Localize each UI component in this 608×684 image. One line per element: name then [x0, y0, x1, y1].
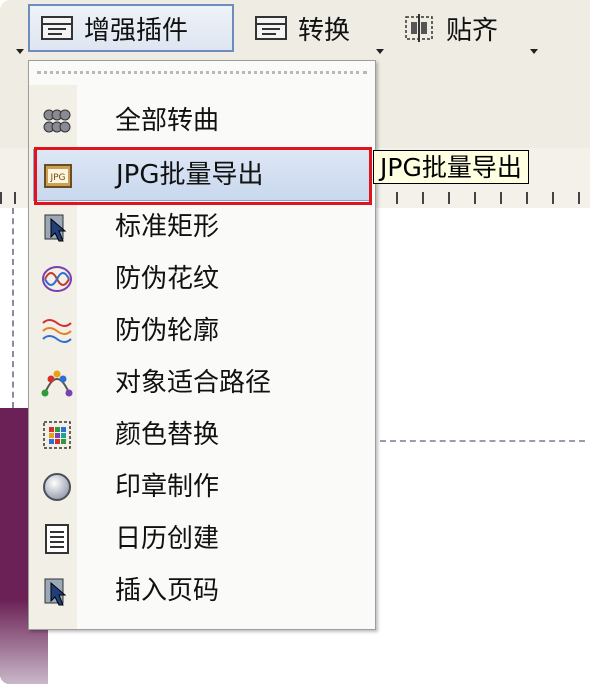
- chevron-down-icon: [376, 49, 384, 54]
- stamp-icon: [41, 471, 73, 503]
- outline-wave-icon: [41, 315, 73, 347]
- menu-item-label: 日历创建: [115, 524, 220, 554]
- menu-item-label: 颜色替换: [115, 420, 220, 450]
- menu-item-label: 对象适合路径: [115, 368, 272, 398]
- pattern-icon: [41, 263, 73, 295]
- page-number-icon: [41, 575, 73, 607]
- app-window: 增强插件 转换 贴齐 全部转曲 JPG JPG批量导出 标准矩形 防伪花纹 防伪…: [0, 0, 608, 684]
- plugin-menu-button[interactable]: 增强插件: [28, 4, 234, 52]
- curves-icon: [41, 105, 73, 137]
- menu-item-insert-page-number[interactable]: 插入页码: [33, 565, 371, 617]
- menu-item-label: 全部转曲: [115, 106, 220, 136]
- ruler-ticks: [0, 192, 30, 204]
- convert-icon: [254, 14, 288, 42]
- menu-item-security-pattern[interactable]: 防伪花纹: [33, 253, 371, 305]
- chevron-down-icon: [16, 49, 24, 54]
- menu-item-label: 防伪轮廓: [115, 316, 220, 346]
- menu-item-fit-object-to-path[interactable]: 对象适合路径: [33, 357, 371, 409]
- plugin-menu-label: 增强插件: [84, 15, 189, 46]
- snap-menu-button[interactable]: 贴齐: [392, 4, 532, 52]
- convert-menu-label: 转换: [298, 15, 351, 46]
- highlight-annotation: [34, 147, 372, 205]
- tooltip: JPG批量导出: [373, 150, 529, 184]
- convert-menu-button[interactable]: 转换: [244, 4, 374, 52]
- rectangle-icon: [41, 211, 73, 243]
- page-border: [12, 208, 14, 408]
- ruler-ticks: [370, 192, 586, 204]
- menu-item-stamp-maker[interactable]: 印章制作: [33, 461, 371, 513]
- chevron-down-icon: [530, 49, 538, 54]
- menu-item-label: 印章制作: [115, 472, 220, 502]
- menu-item-calendar-create[interactable]: 日历创建: [33, 513, 371, 565]
- menu-item-label: 插入页码: [115, 576, 220, 606]
- color-replace-icon: [41, 419, 73, 451]
- menu-item-label: 标准矩形: [115, 212, 220, 242]
- snap-menu-label: 贴齐: [446, 15, 499, 46]
- menu-item-color-replace[interactable]: 颜色替换: [33, 409, 371, 461]
- path-fit-icon: [41, 367, 73, 399]
- calendar-icon: [41, 523, 73, 555]
- menu-item-convert-all-curves[interactable]: 全部转曲: [33, 95, 371, 147]
- menu-item-label: 防伪花纹: [115, 264, 220, 294]
- menu-item-security-outline[interactable]: 防伪轮廓: [33, 305, 371, 357]
- menu-item-standard-rectangle[interactable]: 标准矩形: [33, 201, 371, 253]
- menu-tear-off-handle[interactable]: [37, 71, 367, 74]
- page-border: [380, 440, 585, 442]
- snap-icon: [402, 14, 436, 42]
- plugin-dropdown-menu: 全部转曲 JPG JPG批量导出 标准矩形 防伪花纹 防伪轮廓 对象适合路径 颜…: [28, 60, 376, 630]
- top-toolbar: 增强插件 转换 贴齐: [0, 0, 590, 59]
- plugin-icon: [40, 14, 74, 42]
